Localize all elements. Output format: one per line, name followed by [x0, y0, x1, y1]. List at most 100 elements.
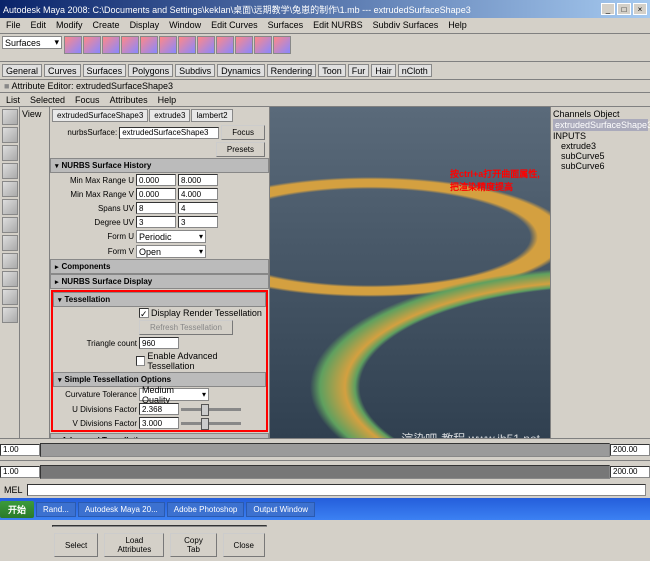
- degree-v-field[interactable]: [178, 216, 218, 228]
- start-button[interactable]: 开始: [0, 501, 34, 518]
- channel-shape[interactable]: extrudedSurfaceShape3: [553, 119, 648, 131]
- viewport[interactable]: 按ctrl+a打开曲面属性, 把渲染精度提高 渲染吧·教程 www.jb51.n…: [270, 107, 550, 487]
- range-ruler[interactable]: [40, 465, 610, 479]
- section-tessellation[interactable]: Tessellation: [53, 292, 266, 307]
- shelf-tab[interactable]: Hair: [371, 64, 396, 77]
- menu-file[interactable]: File: [6, 20, 21, 31]
- notes-field[interactable]: [52, 525, 267, 527]
- status-icon[interactable]: [254, 36, 272, 54]
- tab-lambert[interactable]: lambert2: [191, 109, 232, 122]
- status-icon[interactable]: [235, 36, 253, 54]
- shelf-tab[interactable]: Dynamics: [217, 64, 265, 77]
- status-icon[interactable]: [102, 36, 120, 54]
- scale-tool-icon[interactable]: [2, 181, 18, 197]
- status-icon[interactable]: [140, 36, 158, 54]
- vdiv-field[interactable]: [139, 417, 179, 429]
- range-end-field[interactable]: [610, 466, 650, 478]
- min-u-field[interactable]: [136, 174, 176, 186]
- attr-menu-list[interactable]: List: [6, 95, 20, 104]
- shelf-tab[interactable]: Fur: [348, 64, 370, 77]
- udiv-field[interactable]: [139, 403, 179, 415]
- shelf-tab[interactable]: nCloth: [398, 64, 432, 77]
- layout-icon[interactable]: [2, 217, 18, 233]
- shelf-tab[interactable]: Surfaces: [83, 64, 127, 77]
- section-history[interactable]: NURBS Surface History: [50, 158, 269, 173]
- shelf-tab[interactable]: Polygons: [128, 64, 173, 77]
- udiv-slider[interactable]: [181, 408, 241, 411]
- attr-menu-attributes[interactable]: Attributes: [110, 95, 148, 104]
- degree-u-field[interactable]: [136, 216, 176, 228]
- status-icon[interactable]: [273, 36, 291, 54]
- tab-shape[interactable]: extrudedSurfaceShape3: [52, 109, 148, 122]
- layout-icon[interactable]: [2, 289, 18, 305]
- minimize-button[interactable]: _: [601, 3, 615, 15]
- status-icon[interactable]: [216, 36, 234, 54]
- presets-button[interactable]: Presets: [216, 142, 265, 157]
- time-start-field[interactable]: [0, 444, 40, 456]
- nurbs-surface-field[interactable]: [119, 127, 219, 139]
- mode-selector[interactable]: Surfaces▾: [2, 36, 62, 49]
- menu-surfaces[interactable]: Surfaces: [268, 20, 304, 31]
- max-u-field[interactable]: [178, 174, 218, 186]
- manip-tool-icon[interactable]: [2, 199, 18, 215]
- status-icon[interactable]: [159, 36, 177, 54]
- section-components[interactable]: Components: [50, 259, 269, 274]
- menu-editnurbs[interactable]: Edit NURBS: [313, 20, 363, 31]
- menu-window[interactable]: Window: [169, 20, 201, 31]
- shelf-tab[interactable]: General: [2, 64, 42, 77]
- taskbar-item[interactable]: Output Window: [246, 502, 315, 517]
- display-tess-checkbox[interactable]: ✓: [139, 308, 149, 318]
- menu-edit[interactable]: Edit: [31, 20, 47, 31]
- taskbar-item[interactable]: Rand...: [36, 502, 76, 517]
- copy-tab-button[interactable]: Copy Tab: [170, 533, 216, 557]
- time-end-field[interactable]: [610, 444, 650, 456]
- rotate-tool-icon[interactable]: [2, 163, 18, 179]
- layout-icon[interactable]: [2, 307, 18, 323]
- status-icon[interactable]: [64, 36, 82, 54]
- layout-icon[interactable]: [2, 271, 18, 287]
- spans-v-field[interactable]: [178, 202, 218, 214]
- vdiv-slider[interactable]: [181, 422, 241, 425]
- shelf-tab[interactable]: Curves: [44, 64, 81, 77]
- tricount-field[interactable]: [139, 337, 179, 349]
- menu-subdiv[interactable]: Subdiv Surfaces: [373, 20, 439, 31]
- status-icon[interactable]: [197, 36, 215, 54]
- menu-display[interactable]: Display: [130, 20, 160, 31]
- spans-u-field[interactable]: [136, 202, 176, 214]
- menu-modify[interactable]: Modify: [56, 20, 83, 31]
- layout-icon[interactable]: [2, 235, 18, 251]
- mel-input[interactable]: [27, 484, 646, 496]
- range-start-field[interactable]: [0, 466, 40, 478]
- channel-input-item[interactable]: subCurve6: [553, 161, 648, 171]
- formu-dropdown[interactable]: Periodic▾: [136, 230, 206, 243]
- attr-menu-help[interactable]: Help: [158, 95, 177, 104]
- load-attributes-button[interactable]: Load Attributes: [104, 533, 164, 557]
- select-tool-icon[interactable]: [2, 109, 18, 125]
- tab-extrude[interactable]: extrude3: [149, 109, 190, 122]
- channel-input-item[interactable]: extrude3: [553, 141, 648, 151]
- taskbar-item[interactable]: Adobe Photoshop: [167, 502, 245, 517]
- menu-editcurves[interactable]: Edit Curves: [211, 20, 258, 31]
- enable-adv-checkbox[interactable]: [136, 356, 146, 366]
- select-button[interactable]: Select: [54, 533, 98, 557]
- shelf-tab[interactable]: Toon: [318, 64, 346, 77]
- max-v-field[interactable]: [178, 188, 218, 200]
- shelf-tab[interactable]: Rendering: [267, 64, 317, 77]
- attr-menu-selected[interactable]: Selected: [30, 95, 65, 104]
- refresh-tess-button[interactable]: Refresh Tessellation: [139, 320, 233, 335]
- attr-menu-focus[interactable]: Focus: [75, 95, 100, 104]
- menu-help[interactable]: Help: [448, 20, 467, 31]
- min-v-field[interactable]: [136, 188, 176, 200]
- curvtol-dropdown[interactable]: Medium Quality▾: [139, 388, 209, 401]
- taskbar-item[interactable]: Autodesk Maya 20...: [78, 502, 165, 517]
- maximize-button[interactable]: □: [617, 3, 631, 15]
- menu-create[interactable]: Create: [93, 20, 120, 31]
- channel-input-item[interactable]: subCurve5: [553, 151, 648, 161]
- status-icon[interactable]: [121, 36, 139, 54]
- shelf-tab[interactable]: Subdivs: [175, 64, 215, 77]
- section-display[interactable]: NURBS Surface Display: [50, 274, 269, 289]
- focus-button[interactable]: Focus: [221, 125, 265, 140]
- time-ruler[interactable]: [40, 443, 610, 457]
- close-button[interactable]: Close: [223, 533, 265, 557]
- status-icon[interactable]: [178, 36, 196, 54]
